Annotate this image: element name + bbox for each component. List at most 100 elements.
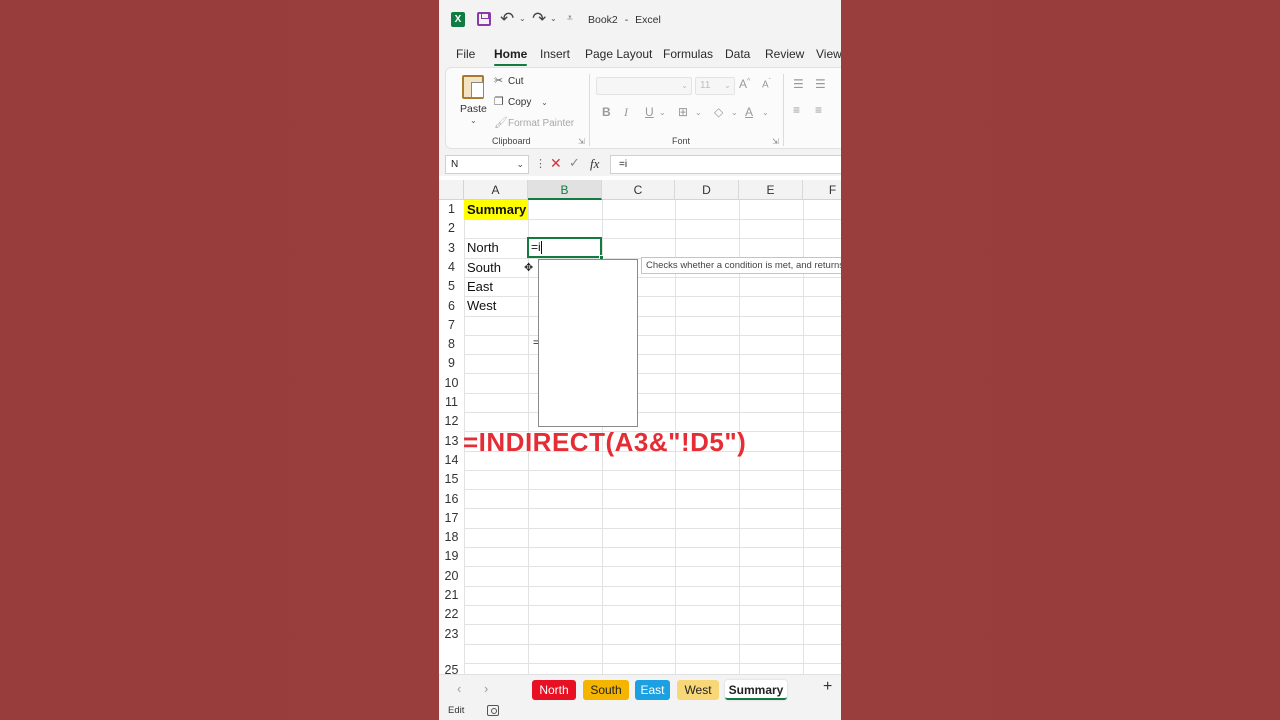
redo-icon[interactable]: ↷ <box>532 9 546 29</box>
bold-button[interactable]: B <box>602 105 611 119</box>
format-painter-button[interactable]: 🖌Format Painter <box>494 116 574 129</box>
row-header[interactable]: 12 <box>439 412 464 431</box>
fill-color-icon[interactable]: ◇ <box>714 105 723 119</box>
sheet-tab-east[interactable]: East <box>635 680 670 700</box>
align-middle-icon[interactable]: ☰ <box>815 77 826 91</box>
customize-toolbar-icon[interactable]: ⩡ <box>567 13 573 24</box>
cell-a3[interactable]: North <box>464 238 528 257</box>
sheet-tab-north[interactable]: North <box>532 680 576 700</box>
copy-button[interactable]: ❐ Copy ⌄ <box>494 95 548 108</box>
next-sheet-icon[interactable]: › <box>484 681 488 696</box>
row-header[interactable]: 15 <box>439 470 464 489</box>
grow-font-button[interactable]: A^ <box>739 77 750 91</box>
column-header-d[interactable]: D <box>675 180 739 200</box>
tab-file[interactable]: File <box>456 47 475 61</box>
row-header[interactable]: 21 <box>439 586 464 605</box>
formula-input[interactable]: =i <box>610 155 841 174</box>
row-header[interactable]: 17 <box>439 509 464 528</box>
tab-data[interactable]: Data <box>725 47 750 61</box>
tab-review[interactable]: Review <box>765 47 804 61</box>
row-header[interactable]: 19 <box>439 547 464 566</box>
fill-color-dropdown-icon[interactable]: ⌄ <box>731 108 738 117</box>
borders-icon[interactable]: ⊞ <box>678 105 688 119</box>
paste-dropdown-icon[interactable]: ⌄ <box>470 116 477 125</box>
row-header[interactable]: 10 <box>439 374 464 393</box>
row-header[interactable]: 23 <box>439 625 464 644</box>
name-box[interactable]: N ⌄ <box>445 155 529 174</box>
font-color-dropdown-icon[interactable]: ⌄ <box>762 108 769 117</box>
font-size-box[interactable]: 11 ⌄ <box>695 77 735 95</box>
italic-button[interactable]: I <box>624 105 628 120</box>
clipboard-dialog-launcher-icon[interactable]: ⇲ <box>578 137 585 146</box>
row-header[interactable]: 4 <box>439 258 464 277</box>
font-name-dropdown-icon: ⌄ <box>681 81 688 90</box>
grid-line <box>464 566 841 567</box>
cancel-icon[interactable]: ✕ <box>550 155 562 172</box>
row-header[interactable]: 2 <box>439 219 464 238</box>
row-header[interactable]: 22 <box>439 605 464 624</box>
cell-a1[interactable]: Summary <box>464 200 528 219</box>
font-dialog-launcher-icon[interactable]: ⇲ <box>772 137 779 146</box>
paste-button[interactable]: Paste <box>460 103 487 115</box>
cell-a6[interactable]: West <box>464 296 528 315</box>
spreadsheet-grid[interactable]: A B C D E F 1 2 3 4 5 6 7 8 9 10 11 12 1… <box>439 180 841 674</box>
row-header[interactable]: 13 <box>439 432 464 451</box>
underline-button[interactable]: U <box>645 105 654 119</box>
row-header[interactable]: 1 <box>439 200 464 219</box>
tab-page-layout[interactable]: Page Layout <box>585 47 652 61</box>
row-header[interactable]: 20 <box>439 567 464 586</box>
row-header[interactable]: 14 <box>439 451 464 470</box>
underline-dropdown-icon[interactable]: ⌄ <box>659 108 666 117</box>
add-sheet-button[interactable]: + <box>823 678 832 696</box>
row-header[interactable]: 18 <box>439 528 464 547</box>
row-header[interactable]: 25 <box>439 661 464 674</box>
row-header[interactable]: 11 <box>439 393 464 412</box>
column-header-f[interactable]: F <box>803 180 841 200</box>
tab-view[interactable]: View <box>816 47 841 61</box>
sheet-tab-summary[interactable]: Summary <box>725 680 787 700</box>
row-header[interactable]: 6 <box>439 297 464 316</box>
paintbrush-icon: 🖌 <box>494 117 508 129</box>
enter-icon[interactable]: ✓ <box>569 155 580 171</box>
align-top-icon[interactable]: ☰ <box>793 77 804 91</box>
row-header[interactable]: 5 <box>439 277 464 296</box>
insert-function-icon[interactable]: fx <box>590 156 599 172</box>
cell-a5[interactable]: East <box>464 277 528 296</box>
active-cell-b3[interactable]: =i <box>527 237 604 260</box>
sheet-tab-south[interactable]: South <box>583 680 629 700</box>
font-name-box[interactable]: ⌄ <box>596 77 692 95</box>
undo-icon[interactable]: ↶ <box>500 9 514 29</box>
align-center-icon[interactable]: ≡ <box>815 103 822 117</box>
sheet-tab-west[interactable]: West <box>677 680 719 700</box>
save-icon[interactable] <box>477 12 491 26</box>
column-header-c[interactable]: C <box>602 180 675 200</box>
cell-a4[interactable]: South <box>464 258 528 277</box>
row-header[interactable]: 3 <box>439 239 464 258</box>
redo-dropdown-icon[interactable]: ⌄ <box>550 14 557 23</box>
column-header-a[interactable]: A <box>464 180 528 200</box>
formula-bar-grip-icon[interactable]: ⋮ <box>535 157 546 170</box>
column-header-e[interactable]: E <box>739 180 803 200</box>
borders-dropdown-icon[interactable]: ⌄ <box>695 108 702 117</box>
tab-formulas[interactable]: Formulas <box>663 47 713 61</box>
select-all-corner[interactable] <box>439 180 464 200</box>
font-color-button[interactable]: A <box>745 105 753 119</box>
row-header[interactable]: 9 <box>439 354 464 373</box>
undo-dropdown-icon[interactable]: ⌄ <box>519 14 526 23</box>
column-header-b[interactable]: B <box>528 180 602 200</box>
cut-button[interactable]: ✂ Cut <box>494 74 524 87</box>
row-header[interactable]: 8 <box>439 335 464 354</box>
tab-home[interactable]: Home <box>494 47 528 66</box>
shrink-font-button[interactable]: Aˇ <box>762 79 771 90</box>
title-bar: X ↶ ⌄ ↷ ⌄ ⩡ Book2 - Excel <box>439 0 841 40</box>
paste-icon[interactable] <box>462 75 484 99</box>
previous-sheet-icon[interactable]: ‹ <box>457 681 461 696</box>
name-box-dropdown-icon[interactable]: ⌄ <box>516 159 524 170</box>
function-autocomplete-list[interactable] <box>538 259 638 427</box>
row-header[interactable]: 16 <box>439 490 464 509</box>
tab-insert[interactable]: Insert <box>540 47 570 61</box>
accessibility-icon[interactable] <box>487 705 499 716</box>
copy-dropdown-icon[interactable]: ⌄ <box>541 98 548 107</box>
align-left-icon[interactable]: ≡ <box>793 103 800 117</box>
row-header[interactable]: 7 <box>439 316 464 335</box>
